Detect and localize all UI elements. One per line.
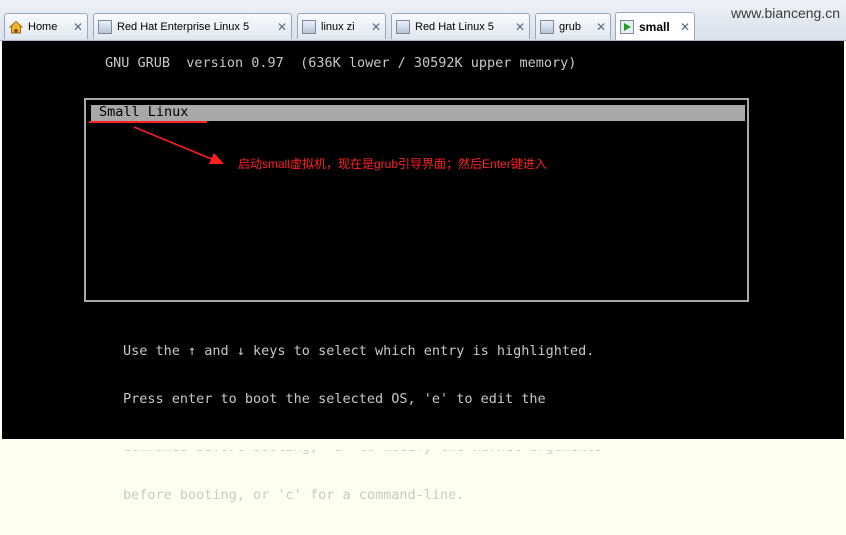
annotation-text: 启动small虚拟机，现在是grub引导界面；然后Enter键进入: [238, 157, 547, 171]
close-icon[interactable]: ✕: [680, 20, 690, 34]
vm-icon: [302, 19, 316, 34]
close-icon[interactable]: ✕: [277, 20, 287, 34]
grub-header: GNU GRUB version 0.97 (636K lower / 3059…: [105, 55, 577, 71]
tab-home[interactable]: Home ✕: [4, 13, 88, 39]
vm-icon: [98, 19, 112, 34]
tab-label: small: [639, 19, 670, 34]
help-line: Use the ↑ and ↓ keys to select which ent…: [123, 343, 595, 359]
status-strip: [0, 439, 846, 450]
help-line: Press enter to boot the selected OS, 'e'…: [123, 391, 546, 407]
vm-icon: [396, 19, 410, 34]
tab-label: linux zi: [321, 20, 355, 33]
vm-console-screen[interactable]: GNU GRUB version 0.97 (636K lower / 3059…: [2, 41, 844, 503]
tab-small[interactable]: small ✕: [615, 12, 695, 40]
tab-rhl5[interactable]: Red Hat Linux 5 ✕: [391, 13, 530, 39]
boot-menu: Small Linux: [84, 98, 749, 302]
help-line: before booting, or 'c' for a command-lin…: [123, 487, 465, 503]
close-icon[interactable]: ✕: [515, 20, 525, 34]
vm-icon: [540, 19, 554, 34]
close-icon[interactable]: ✕: [371, 20, 381, 34]
tab-bar: Home ✕ Red Hat Enterprise Linux 5 ✕ linu…: [0, 0, 846, 41]
tab-grub[interactable]: grub ✕: [535, 13, 611, 39]
grub-help: Use the ↑ and ↓ keys to select which ent…: [123, 311, 603, 535]
tab-rhel5[interactable]: Red Hat Enterprise Linux 5 ✕: [93, 13, 292, 39]
tab-linux-zi[interactable]: linux zi ✕: [297, 13, 386, 39]
tab-label: Red Hat Enterprise Linux 5: [117, 20, 250, 33]
close-icon[interactable]: ✕: [73, 20, 83, 34]
tab-label: Home: [28, 20, 58, 33]
home-icon: [8, 20, 24, 34]
close-icon[interactable]: ✕: [596, 20, 606, 34]
boot-entry-selected[interactable]: Small Linux: [91, 104, 745, 121]
play-icon: [620, 19, 634, 34]
tab-label: Red Hat Linux 5: [415, 20, 494, 33]
tab-label: grub: [559, 20, 582, 33]
watermark: www.bianceng.cn: [731, 5, 840, 21]
boot-entry-label: Small Linux: [99, 104, 189, 120]
